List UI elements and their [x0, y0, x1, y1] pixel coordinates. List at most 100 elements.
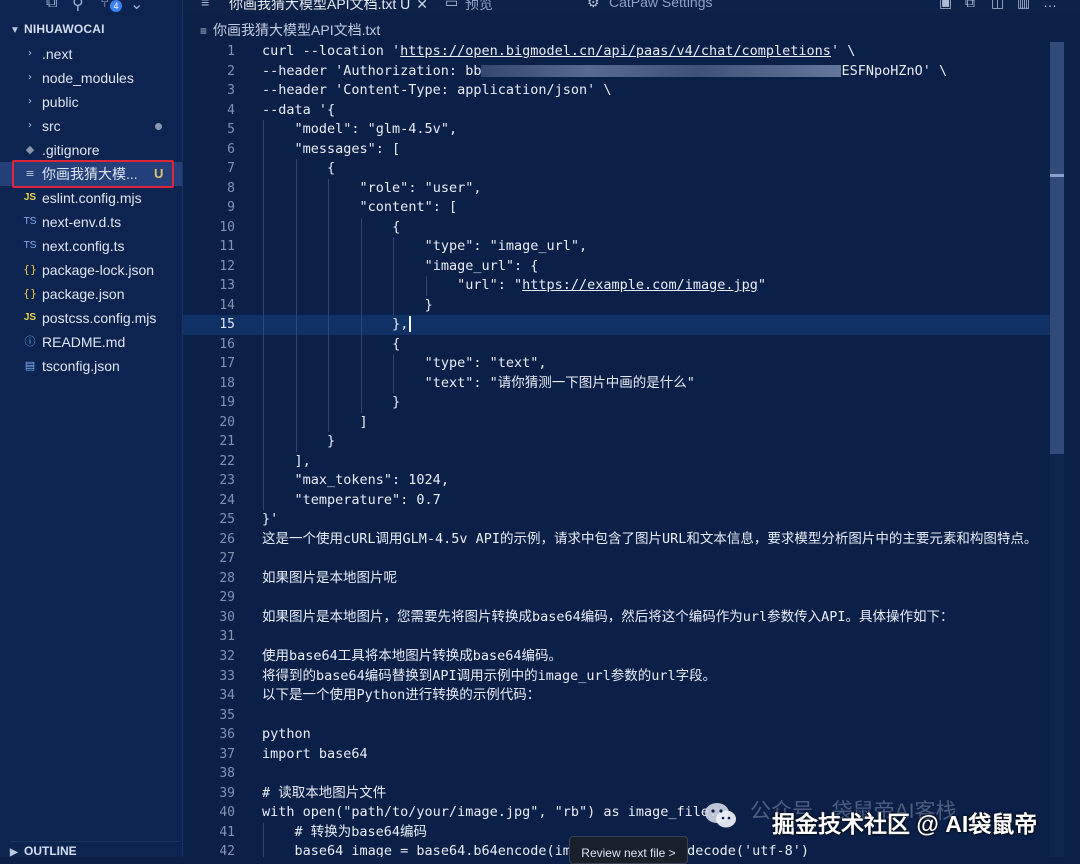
indent-guide	[393, 276, 395, 296]
tree-file[interactable]: TS next-env.d.ts	[0, 210, 182, 234]
indent-guide	[425, 276, 427, 296]
preview-icon: ▭	[445, 0, 459, 10]
code-line[interactable]: 35	[183, 706, 1050, 726]
code-line[interactable]: 23 "max_tokens": 1024,	[183, 471, 1050, 491]
code-line[interactable]: 27	[183, 549, 1050, 569]
tree-item-label: .gitignore	[42, 142, 100, 158]
indent-guide	[295, 159, 297, 179]
line-number: 29	[219, 590, 235, 606]
code-line[interactable]: 37 import base64	[183, 745, 1050, 765]
code-line[interactable]: 20]	[183, 412, 1050, 433]
more-actions-icon[interactable]: …	[1043, 0, 1057, 10]
code-line[interactable]: 3 --header 'Content-Type: application/jso…	[183, 81, 1050, 101]
code-line[interactable]: 30 如果图片是本地图片，您需要先将图片转换成base64编码，然后将这个编码作为…	[183, 608, 1050, 628]
scrollbar-thumb[interactable]	[1050, 42, 1064, 454]
code-line[interactable]: 17 "type": "text",	[183, 354, 1050, 374]
chevron-right-icon: ▶	[10, 847, 18, 858]
close-icon[interactable]: ✕	[416, 0, 428, 12]
tree-item-label: src	[42, 118, 61, 134]
code-editor[interactable]: 1 curl --location 'https://open.bigmodel.…	[183, 42, 1050, 857]
code-segment: ' \	[830, 43, 856, 59]
explorer-header[interactable]: ▼ NIHUAWOCAI	[10, 22, 105, 36]
code-segment: ]	[359, 413, 368, 430]
code-line[interactable]: 12 "image_url": {	[183, 256, 1050, 277]
search-icon[interactable]: ⚲	[72, 0, 84, 14]
explorer-icon[interactable]: ⧉	[46, 0, 57, 12]
line-number: 15	[219, 317, 235, 333]
code-text: {	[392, 218, 400, 238]
outline-header[interactable]: ▶ OUTLINE	[10, 841, 180, 858]
code-line[interactable]: 29	[183, 588, 1050, 608]
code-line[interactable]: 10 {	[183, 217, 1050, 238]
tree-folder[interactable]: › .next	[0, 42, 182, 66]
git-icon: ◆	[25, 143, 35, 156]
code-line[interactable]: 36 python	[183, 725, 1050, 745]
tree-folder[interactable]: › public	[0, 90, 182, 114]
code-line[interactable]: 8 "role": "user",	[183, 178, 1050, 199]
tree-item-label: public	[42, 94, 79, 110]
code-line[interactable]: 19}	[183, 393, 1050, 413]
code-line[interactable]: 28 如果图片是本地图片呢	[183, 569, 1050, 589]
code-line[interactable]: 4 --data '{	[183, 101, 1050, 121]
indent-guide	[263, 295, 264, 316]
code-line[interactable]: 7{	[183, 159, 1050, 179]
tree-file[interactable]: {} package.json	[0, 282, 182, 306]
review-next-file-tooltip[interactable]: Review next file >	[569, 836, 688, 864]
code-line[interactable]: 13 "url": "https://example.com/image.jpg"	[183, 276, 1050, 296]
code-line[interactable]: 25}'	[183, 510, 1050, 530]
tree-folder[interactable]: › src	[0, 114, 182, 138]
indent-guide	[263, 451, 264, 472]
code-line[interactable]: 33 将得到的base64编码替换到API调用示例中的image_url参数的ur…	[183, 667, 1050, 687]
line-number: 21	[219, 434, 235, 450]
tree-file[interactable]: ▤ tsconfig.json	[0, 354, 182, 378]
url-link[interactable]: https://example.com/image.jpg	[522, 277, 758, 293]
code-line[interactable]: 1 curl --location 'https://open.bigmodel.…	[183, 42, 1050, 62]
tab-catpaw-settings[interactable]: CatPaw Settings	[609, 0, 713, 10]
code-line[interactable]: 9 "content": [	[183, 198, 1050, 218]
source-control-icon[interactable]: ⑂	[100, 0, 110, 12]
code-line[interactable]: 14}	[183, 295, 1050, 316]
text-file-icon: ≡	[201, 0, 210, 10]
code-segment: import base64	[262, 745, 368, 762]
tree-file[interactable]: JS eslint.config.mjs	[0, 186, 182, 210]
tree-item-label: next.config.ts	[42, 238, 125, 254]
code-line[interactable]: 32 使用base64工具将本地图片转换成base64编码。	[183, 647, 1050, 667]
code-line[interactable]: 22],	[183, 451, 1050, 472]
code-line[interactable]: 18 "text": "请你猜测一下图片中画的是什么"	[183, 373, 1050, 394]
code-line[interactable]: 5 "model": "glm-4.5v",	[183, 120, 1050, 140]
code-segment: 如果图片是本地图片，您需要先将图片转换成base64编码，然后将这个编码作为ur…	[262, 608, 954, 625]
code-line[interactable]: 21}	[183, 432, 1050, 452]
tree-file[interactable]: JS postcss.config.mjs	[0, 306, 182, 330]
js-icon: JS	[23, 312, 37, 323]
code-line[interactable]: 38	[183, 764, 1050, 784]
code-segment: {	[392, 218, 401, 235]
code-line[interactable]: 34 以下是一个使用Python进行转换的示例代码：	[183, 686, 1050, 706]
code-line[interactable]: 26 这是一个使用cURL调用GLM-4.5v API的示例，请求中包含了图片UR…	[183, 530, 1050, 550]
tree-file[interactable]: {} package-lock.json	[0, 258, 182, 282]
tab-active-file[interactable]: 你画我猜大模型API文档.txt U ✕	[229, 0, 428, 13]
url-link[interactable]: https://open.bigmodel.cn/api/paas/v4/cha…	[400, 43, 831, 59]
code-segment: base64_image = base64.b64encode(ima	[294, 843, 579, 857]
editor-scrollbar[interactable]	[1050, 42, 1064, 857]
tree-file[interactable]: TS next.config.ts	[0, 234, 182, 258]
layout-icon[interactable]: ▥	[1017, 0, 1030, 11]
chevron-down-icon[interactable]: ⌄	[130, 0, 143, 14]
tree-file[interactable]: ⓘ README.md	[0, 330, 182, 354]
code-line[interactable]: 2 --header 'Authorization: bb ESFNpoHZnO' …	[183, 62, 1050, 82]
tree-file[interactable]: ◆ .gitignore	[0, 138, 182, 162]
tree-folder[interactable]: › node_modules	[0, 66, 182, 90]
code-line[interactable]: 15},	[183, 315, 1050, 335]
compare-icon[interactable]: ⧉	[965, 0, 975, 11]
tab-preview[interactable]: 预览	[465, 0, 493, 13]
code-line[interactable]: 11 "type": "image_url",	[183, 237, 1050, 257]
js-icon: JS	[23, 192, 37, 203]
code-line[interactable]: 16 {	[183, 334, 1050, 355]
code-line[interactable]: 6 "messages": [	[183, 139, 1050, 160]
breadcrumb[interactable]: ≡ 你画我猜大模型API文档.txt	[200, 20, 380, 40]
code-line[interactable]: 31	[183, 627, 1050, 647]
code-line[interactable]: 24 "temperature": 0.7	[183, 490, 1050, 511]
split-editor-icon[interactable]: ◫	[991, 0, 1004, 11]
indent-guide	[295, 315, 297, 335]
tree-file[interactable]: ≡ 你画我猜大模... U	[0, 160, 182, 188]
open-changes-icon[interactable]: ▣	[939, 0, 952, 11]
